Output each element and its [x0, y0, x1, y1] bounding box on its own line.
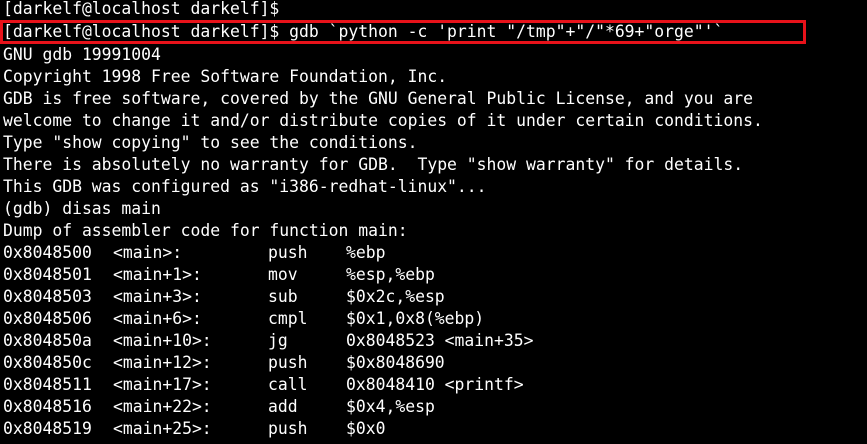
asm-operands: %ebp — [346, 243, 386, 262]
asm-address: 0x8048503 — [3, 287, 92, 306]
asm-instruction: cmpl — [268, 309, 308, 328]
asm-address: 0x8048516 — [3, 397, 92, 416]
asm-instruction: call — [268, 375, 308, 394]
asm-instruction: sub — [268, 287, 298, 306]
asm-operands: 0x8048523 <main+35> — [346, 331, 534, 350]
asm-address: 0x8048501 — [3, 265, 92, 284]
asm-row: 0x8048501 <main+1>: mov %esp,%ebp — [3, 264, 435, 286]
asm-row: 0x804850a <main+10>: jg 0x8048523 <main+… — [3, 330, 534, 352]
asm-symbol: <main+10>: — [113, 331, 212, 350]
asm-symbol: <main+1>: — [113, 265, 202, 284]
terminal-line-warranty: There is absolutely no warranty for GDB.… — [3, 155, 744, 174]
asm-row: 0x8048516 <main+22>: add $0x4,%esp — [3, 396, 435, 418]
asm-symbol: <main+17>: — [113, 375, 212, 394]
asm-address: 0x804850a — [3, 331, 92, 350]
asm-instruction: push — [268, 353, 308, 372]
asm-address: 0x8048511 — [3, 375, 92, 394]
asm-row: 0x8048500 <main>: push %ebp — [3, 242, 385, 264]
asm-operands: $0x0 — [346, 419, 386, 438]
terminal-line-dump-header: Dump of assembler code for function main… — [3, 221, 408, 240]
asm-row: 0x8048506 <main+6>: cmpl $0x1,0x8(%ebp) — [3, 308, 484, 330]
asm-address: 0x8048506 — [3, 309, 92, 328]
asm-row: 0x8048519 <main+25>: push $0x0 — [3, 418, 385, 440]
asm-address: 0x8048519 — [3, 419, 92, 438]
asm-symbol: <main+22>: — [113, 397, 212, 416]
terminal-line-license-2: welcome to change it and/or distribute c… — [3, 111, 763, 130]
asm-operands: $0x2c,%esp — [346, 287, 445, 306]
asm-symbol: <main+3>: — [113, 287, 202, 306]
terminal-line-prompt: [darkelf@localhost darkelf]$ — [3, 0, 280, 18]
asm-instruction: mov — [268, 265, 298, 284]
asm-instruction: add — [268, 397, 298, 416]
asm-instruction: push — [268, 243, 308, 262]
asm-operands: 0x8048410 <printf> — [346, 375, 524, 394]
terminal-line-copyright: Copyright 1998 Free Software Foundation,… — [3, 67, 448, 86]
asm-operands: $0x4,%esp — [346, 397, 435, 416]
asm-operands: %esp,%ebp — [346, 265, 435, 284]
terminal-line-show-copying: Type "show copying" to see the condition… — [3, 133, 418, 152]
terminal-line-license-1: GDB is free software, covered by the GNU… — [3, 89, 753, 108]
asm-address: 0x804850c — [3, 353, 92, 372]
asm-row: 0x8048503 <main+3>: sub $0x2c,%esp — [3, 286, 445, 308]
asm-symbol: <main>: — [113, 243, 183, 262]
asm-instruction: push — [268, 419, 308, 438]
terminal-line-disas-command: (gdb) disas main — [3, 199, 161, 218]
asm-operands: $0x1,0x8(%ebp) — [346, 309, 485, 328]
asm-instruction: jg — [268, 331, 288, 350]
asm-symbol: <main+12>: — [113, 353, 212, 372]
asm-row: 0x8048511 <main+17>: call 0x8048410 <pri… — [3, 374, 524, 396]
asm-operands: $0x8048690 — [346, 353, 445, 372]
command-highlight-box — [0, 20, 806, 44]
asm-row: 0x804850c <main+12>: push $0x8048690 — [3, 352, 445, 374]
asm-symbol: <main+6>: — [113, 309, 202, 328]
asm-address: 0x8048500 — [3, 243, 92, 262]
terminal-line-gdb-version: GNU gdb 19991004 — [3, 45, 161, 64]
asm-symbol: <main+25>: — [113, 419, 212, 438]
terminal-line-configured: This GDB was configured as "i386-redhat-… — [3, 177, 487, 196]
terminal-window[interactable]: [darkelf@localhost darkelf]$ [darkelf@lo… — [0, 0, 867, 444]
